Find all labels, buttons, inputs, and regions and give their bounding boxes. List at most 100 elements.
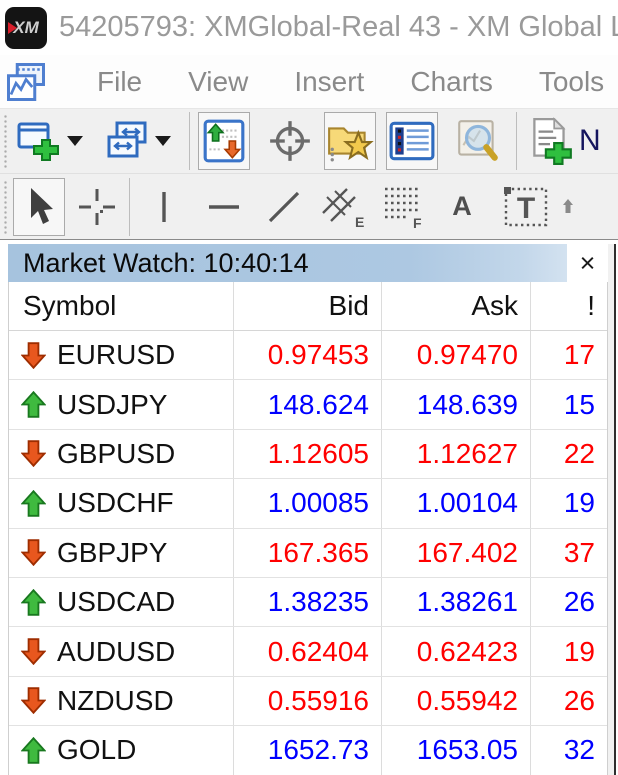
table-row[interactable]: USDCHF 1.00085 1.00104 19 [9,479,607,529]
column-header-ask[interactable]: Ask [382,282,531,330]
ask-cell[interactable]: 1.12627 [382,429,531,479]
table-row[interactable]: USDJPY 148.624 148.639 15 [9,380,607,430]
market-watch-table: Symbol Bid Ask ! EURUSD 0.97453 0.97470 … [8,282,608,775]
market-watch-caption-bar[interactable]: Market Watch: 10:40:14 [8,244,567,282]
menu-item-file[interactable]: File [97,66,142,98]
strategy-tester-button[interactable] [452,112,504,170]
table-row[interactable]: GBPJPY 167.365 167.402 37 [9,528,607,578]
table-row[interactable]: GOLD 1652.73 1653.05 32 [9,726,607,775]
xm-logo-arrow-icon [8,21,17,34]
symbol-cell[interactable]: USDJPY [9,380,234,429]
menu-item-charts[interactable]: Charts [410,66,492,98]
menu-item-tools[interactable]: Tools [539,66,604,98]
bid-cell[interactable]: 1.38235 [234,577,382,627]
toolbar-separator [516,112,517,170]
terminal-button[interactable] [386,112,438,170]
menu-item-view[interactable]: View [188,66,248,98]
spread-cell[interactable]: 19 [531,627,607,675]
symbol-cell[interactable]: USDCHF [9,479,234,528]
new-chart-button[interactable] [13,112,65,170]
strategy-tester-icon [458,120,498,161]
bid-cell[interactable]: 0.55916 [234,676,382,726]
bid-cell[interactable]: 148.624 [234,380,382,429]
spread-cell[interactable]: 19 [531,479,607,527]
crosshair-tool-button[interactable] [71,178,123,236]
arrow-down-icon [21,687,46,715]
panel-edge-divider[interactable] [614,244,616,775]
close-icon[interactable]: × [567,244,608,282]
table-body: EURUSD 0.97453 0.97470 17 USDJPY 148.624… [9,331,607,775]
trendline-tool-button[interactable] [258,178,310,236]
bid-cell[interactable]: 0.97453 [234,331,382,380]
ask-cell[interactable]: 0.55942 [382,676,531,726]
symbol-name: GBPJPY [57,536,168,568]
spread-cell[interactable]: 15 [531,380,607,428]
ask-cell[interactable]: 0.97470 [382,331,531,380]
ask-cell[interactable]: 1.00104 [382,479,531,528]
chart-window-icon[interactable] [6,62,46,102]
table-row[interactable]: EURUSD 0.97453 0.97470 17 [9,331,607,381]
column-header-spread[interactable]: ! [531,282,607,330]
ask-cell[interactable]: 1653.05 [382,726,531,775]
bid-cell[interactable]: 1.00085 [234,479,382,528]
arrow-down-icon [21,341,46,369]
arrows-icon [563,198,573,213]
spread-cell[interactable]: 37 [531,529,607,577]
spread-cell[interactable]: 26 [531,578,607,626]
ask-cell[interactable]: 0.62423 [382,627,531,676]
toolbar-grip[interactable] [2,113,9,169]
equidistant-channel-tool-button[interactable]: E [318,178,370,236]
table-row[interactable]: AUDUSD 0.62404 0.62423 19 [9,627,607,677]
fibo-letter: F [413,215,422,231]
bid-cell[interactable]: 167.365 [234,528,382,577]
cursor-tool-button[interactable] [13,177,65,236]
bid-cell[interactable]: 0.62404 [234,627,382,676]
cursor-icon [31,187,53,224]
table-row[interactable]: NZDUSD 0.55916 0.55942 26 [9,676,607,727]
text-label-tool-button[interactable]: T [500,178,552,236]
spread-cell[interactable]: 26 [531,677,607,725]
market-watch-button[interactable] [198,112,250,170]
symbol-name: NZDUSD [57,684,174,716]
bid-cell[interactable]: 1652.73 [234,726,382,775]
symbol-cell[interactable]: GBPJPY [9,528,234,577]
vertical-line-icon [162,191,166,222]
table-row[interactable]: USDCAD 1.38235 1.38261 26 [9,577,607,628]
spread-cell[interactable]: 17 [531,331,607,379]
new-order-button[interactable]: N [525,116,601,166]
channel-letter: E [355,214,364,230]
data-window-button[interactable] [264,112,316,170]
column-header-symbol[interactable]: Symbol [9,282,234,330]
menu-item-insert[interactable]: Insert [294,66,364,98]
trendline-icon [268,191,300,222]
arrow-up-icon [21,588,46,616]
symbol-cell[interactable]: AUDUSD [9,627,234,676]
symbol-cell[interactable]: GBPUSD [9,429,234,479]
horizontal-line-tool-button[interactable] [198,178,250,236]
ask-cell[interactable]: 167.402 [382,528,531,577]
vertical-line-tool-button[interactable] [138,178,190,236]
fibonacci-tool-button[interactable]: F [378,178,430,236]
arrows-tool-button[interactable] [562,178,584,236]
bid-cell[interactable]: 1.12605 [234,429,382,479]
profiles-dropdown-caret-icon[interactable] [155,136,171,146]
spread-cell[interactable]: 22 [531,430,607,478]
symbol-cell[interactable]: EURUSD [9,331,234,380]
profiles-button[interactable] [101,112,153,170]
symbol-cell[interactable]: GOLD [9,726,234,775]
arrow-up-icon [21,736,46,764]
new-chart-dropdown-caret-icon[interactable] [67,136,83,146]
column-header-bid[interactable]: Bid [234,282,382,330]
navigator-button[interactable] [324,112,376,170]
table-row[interactable]: GBPUSD 1.12605 1.12627 22 [9,429,607,480]
ask-cell[interactable]: 148.639 [382,380,531,429]
toolbar-grip[interactable] [2,178,9,235]
text-tool-button[interactable]: A [436,178,488,236]
spread-cell[interactable]: 32 [531,726,607,774]
symbol-cell[interactable]: NZDUSD [9,676,234,726]
toolbar-separator [189,112,190,170]
ask-cell[interactable]: 1.38261 [382,577,531,627]
market-watch-title: Market Watch: 10:40:14 [23,247,309,278]
data-window-crosshair-icon [270,121,310,161]
symbol-cell[interactable]: USDCAD [9,577,234,627]
